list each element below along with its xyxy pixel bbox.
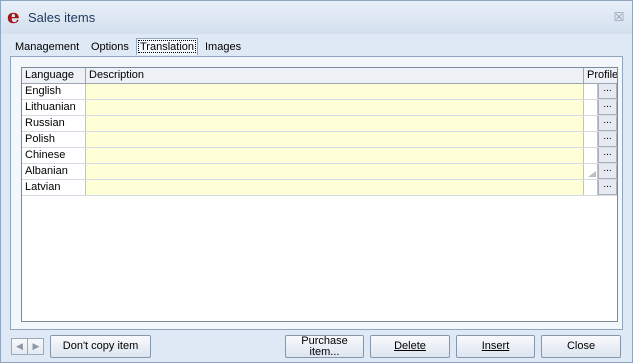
dont-copy-item-label: Don't copy item [62, 340, 139, 352]
description-cell[interactable] [86, 180, 584, 195]
profile-ellipsis-button[interactable]: ... [598, 116, 617, 131]
purchase-item-button[interactable]: Purchase item... [285, 335, 364, 358]
language-cell: Polish [22, 132, 86, 147]
description-cell[interactable] [86, 148, 584, 163]
language-cell: Russian [22, 116, 86, 131]
profile-cell[interactable] [584, 132, 598, 147]
language-cell: English [22, 84, 86, 99]
tab-management[interactable]: Management [15, 41, 79, 53]
table-row[interactable]: Latvian ... [22, 180, 617, 196]
column-header-description[interactable]: Description [86, 68, 584, 84]
column-header-profile[interactable]: Profile [584, 68, 617, 84]
window-title: Sales items [28, 10, 96, 25]
description-cell[interactable] [86, 84, 584, 99]
tab-options[interactable]: Options [91, 41, 129, 53]
window-body: Management Options Translation Images La… [1, 34, 632, 362]
tab-images[interactable]: Images [205, 41, 241, 53]
insert-button[interactable]: Insert [456, 335, 535, 358]
title-bar[interactable]: e Sales items ☒ [1, 1, 632, 34]
language-cell: Albanian [22, 164, 86, 179]
tab-translation[interactable]: Translation [136, 38, 199, 55]
close-window-icon[interactable]: ☒ [612, 10, 626, 24]
table-row[interactable]: Lithuanian ... [22, 100, 617, 116]
description-cell[interactable] [86, 100, 584, 115]
table-row[interactable]: Polish ... [22, 132, 617, 148]
language-cell: Chinese [22, 148, 86, 163]
grid-header: Language Description Profile [22, 68, 617, 84]
profile-cell[interactable] [584, 100, 598, 115]
table-row[interactable]: Chinese ... [22, 148, 617, 164]
profile-cell[interactable] [584, 180, 598, 195]
profile-cell[interactable] [584, 84, 598, 99]
close-button[interactable]: Close [541, 335, 621, 358]
app-logo-icon: e [7, 4, 20, 28]
cell-resize-grip-icon [588, 171, 596, 177]
description-cell[interactable] [86, 116, 584, 131]
delete-button[interactable]: Delete [370, 335, 450, 358]
profile-ellipsis-button[interactable]: ... [598, 148, 617, 163]
profile-ellipsis-button[interactable]: ... [598, 132, 617, 147]
sales-items-window: e Sales items ☒ Management Options Trans… [0, 0, 633, 363]
profile-cell[interactable] [584, 148, 598, 163]
table-row[interactable]: Albanian ... [22, 164, 617, 180]
description-cell[interactable] [86, 132, 584, 147]
delete-label: Delete [394, 340, 426, 352]
table-row[interactable]: Russian ... [22, 116, 617, 132]
insert-label: Insert [481, 340, 510, 352]
dont-copy-item-button[interactable]: Don't copy item [50, 335, 151, 358]
description-cell[interactable] [86, 164, 584, 179]
purchase-item-label-line1: Purchase [301, 334, 348, 347]
close-label: Close [566, 340, 596, 352]
previous-record-icon[interactable]: ◀ [12, 339, 28, 354]
profile-cell[interactable] [584, 116, 598, 131]
column-header-language[interactable]: Language [22, 68, 86, 84]
profile-ellipsis-button[interactable]: ... [598, 164, 617, 179]
purchase-item-label-line2: item... [309, 345, 340, 358]
profile-ellipsis-button[interactable]: ... [598, 100, 617, 115]
translation-panel: Language Description Profile English ...… [10, 56, 623, 330]
language-cell: Lithuanian [22, 100, 86, 115]
next-record-icon[interactable]: ▶ [28, 339, 44, 354]
profile-ellipsis-button[interactable]: ... [598, 180, 617, 195]
table-row[interactable]: English ... [22, 84, 617, 100]
profile-ellipsis-button[interactable]: ... [598, 84, 617, 99]
record-navigator: ◀ ▶ [11, 338, 44, 355]
translation-grid: Language Description Profile English ...… [21, 67, 618, 322]
language-cell: Latvian [22, 180, 86, 195]
button-bar: ◀ ▶ Don't copy item Purchase item... Del… [1, 331, 632, 362]
